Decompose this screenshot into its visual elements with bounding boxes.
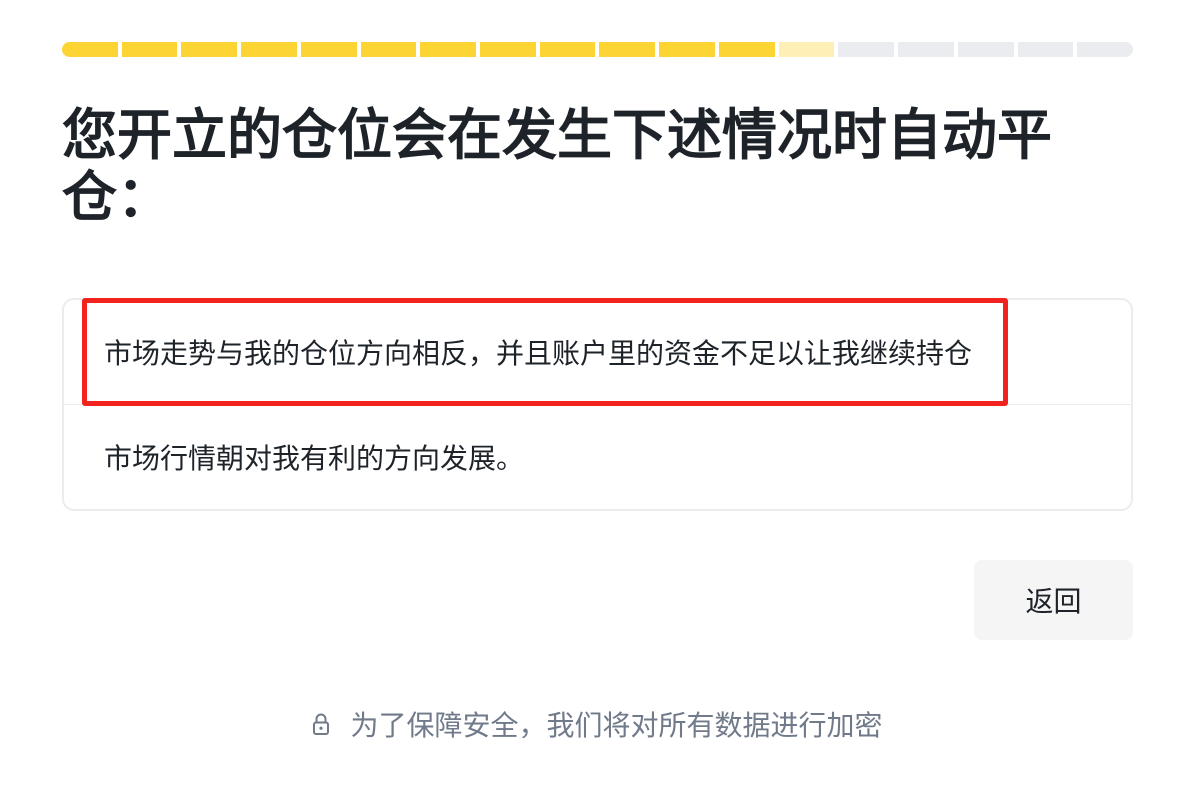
quiz-page: 您开立的仓位会在发生下述情况时自动平仓： 市场走势与我的仓位方向相反，并且账户里…	[0, 0, 1192, 798]
progress-segment	[241, 42, 297, 57]
progress-segment	[420, 42, 477, 57]
option-item[interactable]: 市场走势与我的仓位方向相反，并且账户里的资金不足以让我继续持仓	[64, 300, 1131, 404]
progress-segment	[599, 42, 656, 57]
progress-segment	[539, 42, 596, 57]
lock-icon	[313, 713, 330, 735]
progress-segment	[181, 42, 238, 57]
page-title: 您开立的仓位会在发生下述情况时自动平仓：	[62, 103, 1053, 229]
progress-segment	[898, 42, 954, 57]
option-label: 市场行情朝对我有利的方向发展。	[104, 442, 525, 475]
progress-segment	[957, 42, 1014, 57]
progress-bar	[62, 42, 1133, 57]
options-list: 市场走势与我的仓位方向相反，并且账户里的资金不足以让我继续持仓 市场行情朝对我有…	[62, 298, 1133, 511]
back-button[interactable]: 返回	[974, 560, 1133, 640]
progress-segment	[1077, 42, 1133, 57]
progress-segment	[62, 42, 118, 57]
progress-segment	[121, 42, 178, 57]
progress-segment	[838, 42, 895, 57]
back-button-label: 返回	[1025, 585, 1082, 618]
option-label: 市场走势与我的仓位方向相反，并且账户里的资金不足以让我继续持仓	[104, 337, 973, 370]
progress-segment	[778, 42, 835, 57]
progress-segment	[718, 42, 775, 57]
progress-segment	[480, 42, 536, 57]
progress-segment	[1017, 42, 1074, 57]
option-item[interactable]: 市场行情朝对我有利的方向发展。	[64, 404, 1131, 509]
progress-segment	[360, 42, 417, 57]
footer-security-note: 为了保障安全，我们将对所有数据进行加密	[62, 704, 1133, 744]
progress-segment	[659, 42, 715, 57]
progress-segment	[300, 42, 357, 57]
footer-text: 为了保障安全，我们将对所有数据进行加密	[350, 709, 883, 742]
